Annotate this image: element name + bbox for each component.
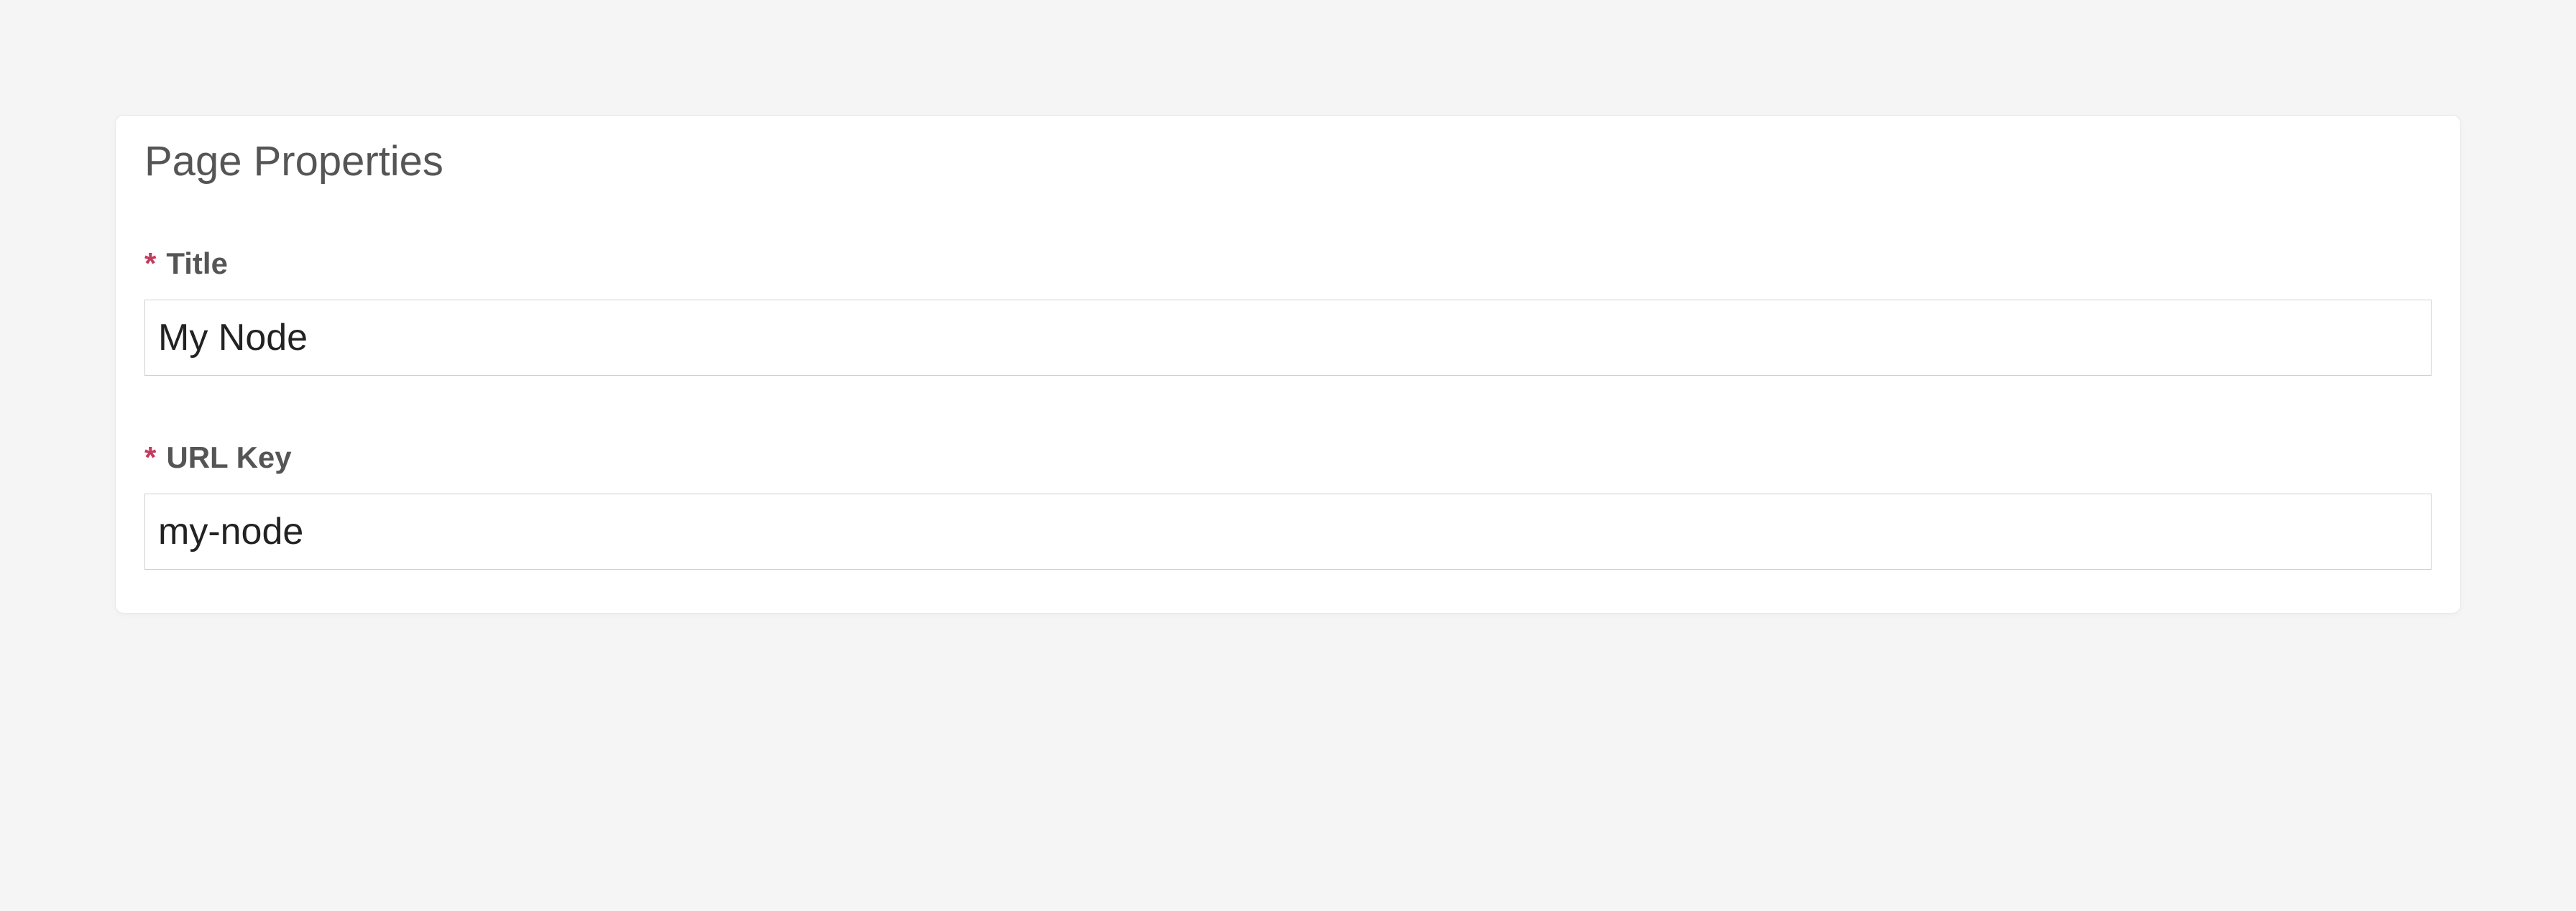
url-key-label: * URL Key [144, 440, 2432, 475]
title-label: * Title [144, 246, 2432, 281]
title-label-text: Title [166, 246, 228, 281]
title-input[interactable] [144, 300, 2432, 376]
page-properties-panel: Page Properties * Title * URL Key [115, 115, 2461, 614]
url-key-label-text: URL Key [166, 440, 291, 475]
url-key-input[interactable] [144, 494, 2432, 570]
panel-heading: Page Properties [144, 137, 2432, 185]
title-field-group: * Title [144, 246, 2432, 376]
url-key-field-group: * URL Key [144, 440, 2432, 570]
required-star-icon: * [144, 249, 156, 279]
required-star-icon: * [144, 443, 156, 473]
